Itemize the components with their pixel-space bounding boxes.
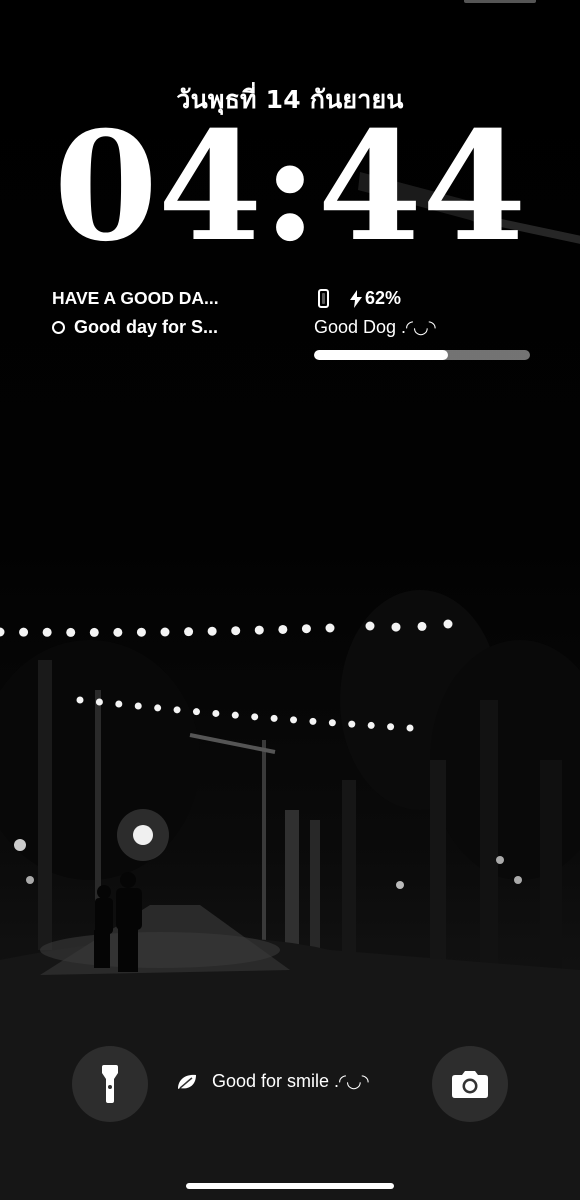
focus-mode-label: Good for smile .◜◡◝: [212, 1071, 369, 1091]
battery-device-label: Good Dog .◜◡◝: [314, 317, 436, 337]
string-light: [309, 717, 317, 725]
string-light: [115, 700, 123, 708]
string-light: [42, 627, 52, 637]
reminders-widget[interactable]: HAVE A GOOD DA... Good day for S...: [52, 288, 272, 338]
flashlight-button[interactable]: [72, 1046, 148, 1122]
reminder-item-label: Good day for S...: [74, 317, 219, 337]
string-light: [76, 696, 84, 704]
people-silhouettes: [94, 872, 142, 972]
string-light: [184, 627, 194, 637]
string-light: [406, 724, 414, 732]
top-edge-indicator: [464, 0, 536, 3]
string-light: [417, 621, 427, 631]
string-light: [391, 622, 401, 632]
reminder-item: Good day for S...: [52, 317, 272, 338]
string-light: [89, 627, 99, 637]
string-light: [160, 627, 170, 637]
string-light: [231, 626, 241, 636]
string-light: [325, 623, 335, 633]
phone-icon: [318, 289, 329, 308]
battery-widget[interactable]: 62% Good Dog .◜◡◝: [314, 288, 530, 360]
string-light: [173, 706, 181, 714]
string-light: [278, 624, 288, 634]
string-light: [154, 704, 162, 712]
string-light: [134, 702, 142, 710]
battery-progress-fill: [314, 350, 448, 360]
string-light: [231, 711, 239, 719]
string-light: [136, 627, 146, 637]
string-light: [251, 713, 259, 721]
string-light: [301, 624, 311, 634]
string-light: [212, 709, 220, 717]
focus-mode-indicator[interactable]: Good for smile .◜◡◝: [176, 1071, 369, 1092]
string-light: [270, 714, 278, 722]
string-light: [328, 719, 336, 727]
string-light: [254, 625, 264, 635]
string-light: [95, 698, 103, 706]
circle-icon: [52, 321, 65, 334]
string-light: [0, 627, 5, 637]
camera-button[interactable]: [432, 1046, 508, 1122]
flashlight-icon: [102, 1065, 118, 1103]
home-indicator[interactable]: [186, 1183, 394, 1189]
string-light: [113, 627, 123, 637]
leaf-icon: [178, 1074, 196, 1089]
battery-status: 62%: [314, 288, 530, 309]
bolt-icon: [350, 289, 362, 308]
string-light: [19, 627, 29, 637]
string-light: [66, 627, 76, 637]
string-light: [348, 720, 356, 728]
battery-percent: 62%: [365, 288, 402, 308]
lockscreen-time[interactable]: 04:44: [0, 112, 580, 262]
reminder-title: HAVE A GOOD DA...: [52, 288, 219, 308]
string-light: [387, 723, 395, 731]
string-light: [207, 626, 217, 636]
battery-progress-bar: [314, 350, 530, 360]
string-light: [192, 708, 200, 716]
string-light: [443, 619, 453, 629]
string-light: [290, 716, 298, 724]
string-light: [365, 621, 375, 631]
string-light: [367, 721, 375, 729]
camera-icon: [452, 1071, 488, 1098]
